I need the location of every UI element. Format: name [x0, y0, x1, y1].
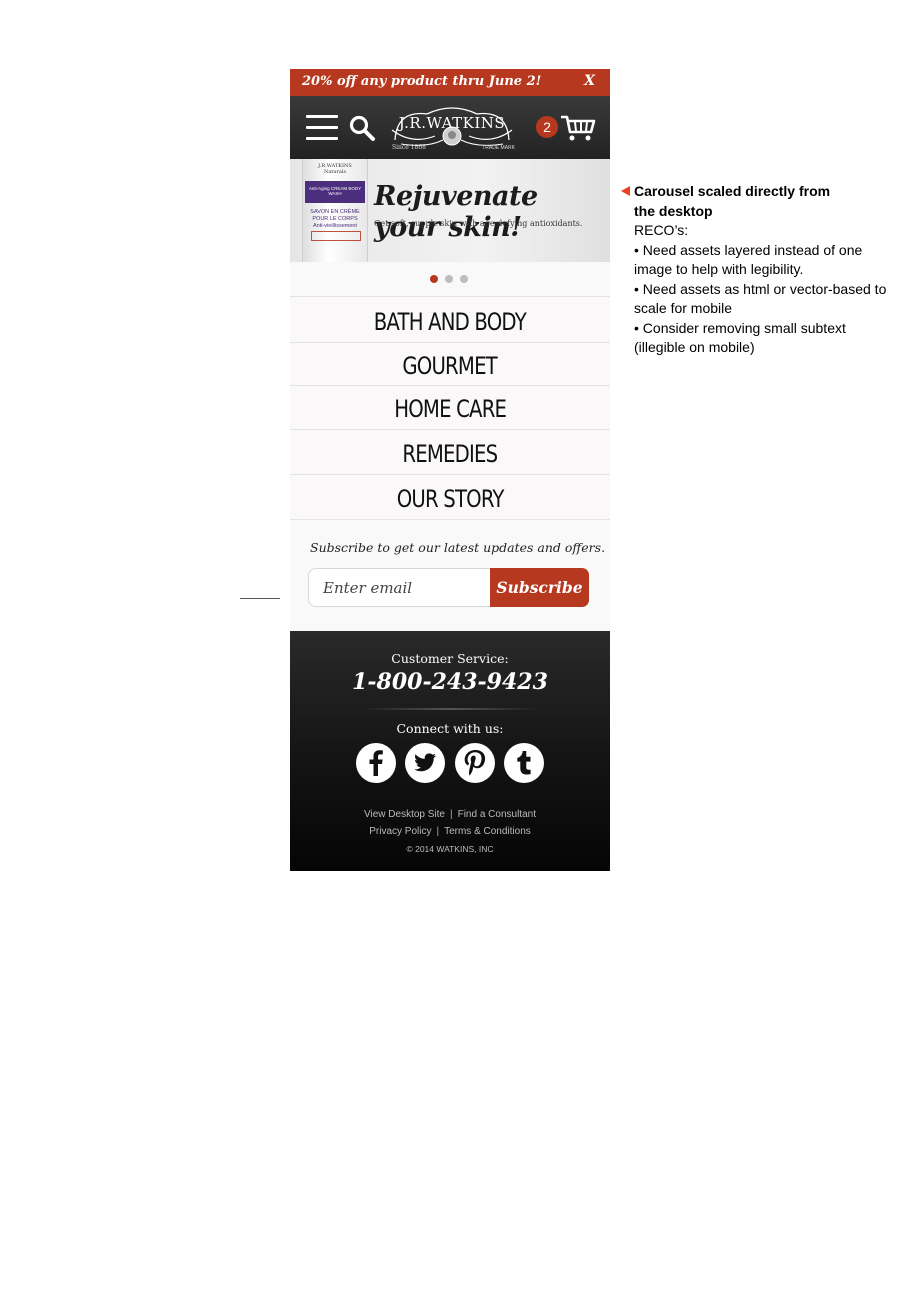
product-name: Anti-Aging CREAM BODY WASH	[308, 186, 362, 196]
nav-item-label: REMEDIES	[402, 440, 499, 468]
logo-text: J.R.WATKINS	[398, 114, 506, 132]
subscribe-button[interactable]: Subscribe	[490, 568, 589, 607]
customer-service-label: Customer Service:	[391, 651, 509, 666]
link-separator: |	[449, 809, 453, 820]
find-consultant-link[interactable]: Find a Consultant	[458, 809, 536, 820]
annotation-bullet-2: • Need assets as html or vector-based to…	[634, 280, 887, 317]
product-name-fr: SAVON EN CRÈME POUR LE CORPS Anti-vieill…	[310, 209, 360, 229]
logo[interactable]: J.R.WATKINS Since 1868 TRADE MARK	[387, 100, 517, 156]
annotation-title-line2: the desktop	[634, 202, 713, 219]
product-label-band: Anti-Aging CREAM BODY WASH	[305, 181, 365, 203]
annotation-reco-label: RECO’s:	[634, 222, 689, 238]
site-header: J.R.WATKINS Since 1868 TRADE MARK 2	[290, 96, 610, 159]
subscribe-section: Subscribe to get our latest updates and …	[290, 520, 610, 631]
terms-link[interactable]: Terms & Conditions	[444, 826, 531, 837]
view-desktop-link[interactable]: View Desktop Site	[364, 809, 445, 820]
nav-item-label: OUR STORY	[396, 485, 505, 513]
privacy-policy-link[interactable]: Privacy Policy	[369, 826, 431, 837]
promo-text: 20% off any product thru June 2!	[302, 74, 542, 89]
footer-links-row-1: View Desktop Site | Find a Consultant	[290, 809, 610, 820]
customer-service-phone[interactable]: 1-800-243-9423	[290, 669, 610, 695]
annotation-note: Carousel scaled directly from the deskto…	[634, 182, 894, 358]
connect-label: Connect with us:	[396, 721, 504, 736]
hero-carousel[interactable]: J.R.WATKINS Naturals Anti-Aging CREAM BO…	[290, 159, 610, 262]
tumblr-icon[interactable]	[504, 743, 544, 783]
annotation-title-line1: Carousel scaled directly from	[634, 183, 831, 199]
mobile-screen: 20% off any product thru June 2! X J.R.W…	[290, 69, 610, 871]
email-field[interactable]	[308, 568, 493, 607]
annotation-bullet-3: • Consider removing small subtext (illeg…	[634, 319, 846, 356]
nav-item-label: BATH AND BODY	[373, 308, 527, 336]
menu-icon[interactable]	[306, 115, 338, 141]
nav-item-label: GOURMET	[402, 352, 498, 380]
carousel-subtext: Get soft, supple skin with age-defying a…	[374, 219, 583, 228]
carousel-pagination	[290, 262, 610, 297]
logo-trademark: TRADE MARK	[482, 145, 515, 151]
annotation-arrow-icon	[621, 186, 630, 196]
nav-item-gourmet[interactable]: GOURMET	[290, 343, 610, 386]
carousel-dot-3[interactable]	[460, 275, 468, 283]
nav-item-home-care[interactable]: HOME CARE	[290, 386, 610, 430]
nav-item-our-story[interactable]: OUR STORY	[290, 475, 610, 520]
subscribe-prompt: Subscribe to get our latest updates and …	[310, 540, 606, 555]
promo-banner[interactable]: 20% off any product thru June 2! X	[290, 69, 610, 96]
link-separator: |	[436, 826, 440, 837]
product-label-box	[311, 231, 361, 241]
product-image: J.R.WATKINS Naturals Anti-Aging CREAM BO…	[302, 159, 368, 262]
carousel-heading: Rejuvenate your skin!	[374, 181, 538, 243]
annotation-line	[240, 598, 280, 599]
copyright: © 2014 WATKINS, INC	[406, 844, 494, 854]
cart-icon[interactable]	[560, 114, 596, 142]
annotation-bullet-1: • Need assets layered instead of one ima…	[634, 241, 863, 278]
pinterest-icon[interactable]	[455, 743, 495, 783]
facebook-icon[interactable]	[356, 743, 396, 783]
carousel-dot-2[interactable]	[445, 275, 453, 283]
promo-close-button[interactable]: X	[584, 73, 595, 89]
carousel-dot-1[interactable]	[430, 275, 438, 283]
twitter-icon[interactable]	[405, 743, 445, 783]
logo-since: Since 1868	[392, 144, 426, 151]
nav-item-remedies[interactable]: REMEDIES	[290, 430, 610, 475]
product-brand: J.R.WATKINS Naturals	[318, 163, 352, 175]
footer-divider	[360, 708, 540, 710]
footer-links-row-2: Privacy Policy | Terms & Conditions	[290, 826, 610, 837]
cart-count-badge[interactable]: 2	[536, 116, 558, 138]
nav-item-label: HOME CARE	[394, 395, 507, 423]
search-icon[interactable]	[348, 114, 376, 142]
site-footer: Customer Service: 1-800-243-9423 Connect…	[290, 631, 610, 871]
nav-item-bath-and-body[interactable]: BATH AND BODY	[290, 297, 610, 343]
